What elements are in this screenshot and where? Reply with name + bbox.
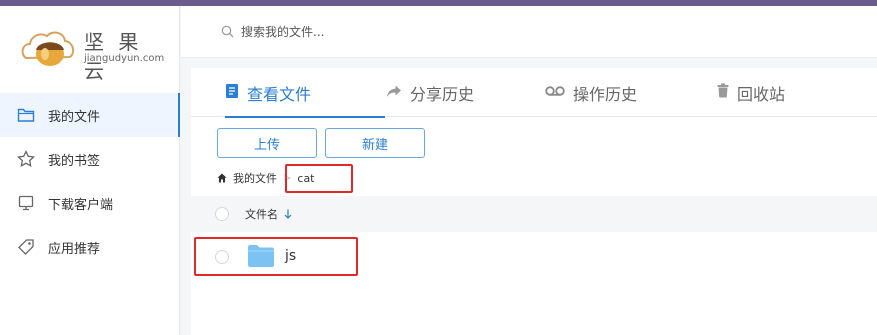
tab-recycle-bin[interactable]: 回收站 [717, 68, 785, 117]
tab-label: 分享历史 [410, 84, 475, 104]
tab-view-files[interactable]: 查看文件 [225, 68, 386, 118]
select-all-checkbox[interactable] [215, 207, 229, 221]
tab-label: 查看文件 [247, 84, 312, 104]
document-icon [225, 83, 239, 103]
logo-domain: jiangudyun.com [84, 53, 165, 64]
star-icon [16, 149, 36, 169]
cassette-icon [545, 85, 565, 101]
tab-bar: 查看文件 分享历史 操作历史 回收站 [191, 68, 877, 118]
tag-icon [16, 237, 36, 257]
sidebar-item-label: 我的文件 [48, 109, 101, 125]
sidebar-active-indicator [178, 93, 180, 137]
tab-label: 回收站 [737, 84, 786, 104]
search-input[interactable] [241, 20, 541, 44]
trash-icon [717, 83, 729, 102]
highlight-box-breadcrumb [285, 164, 353, 193]
sidebar-item-download-client[interactable]: 下载客户端 [0, 181, 180, 225]
highlight-box-folder-row [194, 237, 358, 276]
breadcrumb-root[interactable]: 我的文件 [233, 170, 277, 186]
upload-button[interactable]: 上传 [217, 128, 317, 158]
home-icon[interactable] [217, 173, 227, 183]
new-button[interactable]: 新建 [325, 128, 425, 158]
acorn-logo-icon [21, 31, 75, 66]
sidebar-item-label: 应用推荐 [48, 241, 101, 257]
sidebar-item-label: 下载客户端 [48, 197, 114, 213]
tab-share-history[interactable]: 分享历史 [386, 68, 474, 117]
sidebar-item-bookmarks[interactable]: 我的书签 [0, 137, 180, 181]
share-arrow-icon [386, 84, 402, 102]
table-header: 文件名 [191, 196, 877, 232]
sidebar: 坚 果 云 jiangudyun.com 我的文件 我的书签 下载客户端 应用推… [0, 6, 180, 335]
arrow-down-icon [284, 209, 292, 219]
tab-operation-history[interactable]: 操作历史 [545, 68, 637, 117]
sidebar-item-my-files[interactable]: 我的文件 [0, 93, 180, 137]
search-bar [181, 6, 877, 58]
column-header-name[interactable]: 文件名 [245, 206, 292, 222]
sidebar-item-label: 我的书签 [48, 153, 101, 169]
sidebar-nav: 我的文件 我的书签 下载客户端 应用推荐 [0, 93, 180, 269]
search-icon [221, 25, 234, 42]
sidebar-item-app-recommend[interactable]: 应用推荐 [0, 225, 180, 269]
folder-outline-icon [16, 105, 36, 125]
monitor-icon [16, 193, 36, 213]
tab-label: 操作历史 [573, 84, 638, 104]
file-panel: 查看文件 分享历史 操作历史 回收站 上传 新建 我的文件 > cat 文件名 … [191, 68, 877, 335]
column-header-label: 文件名 [245, 208, 278, 221]
logo[interactable]: 坚 果 云 jiangudyun.com [20, 24, 170, 83]
